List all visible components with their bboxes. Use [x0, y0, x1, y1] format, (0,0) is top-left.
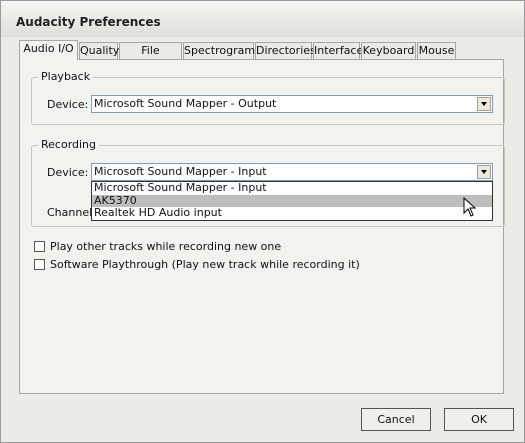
- tab-quality[interactable]: Quality: [79, 42, 119, 59]
- chevron-down-icon: [481, 102, 487, 106]
- recording-dropdown-button[interactable]: [477, 165, 491, 179]
- window-title: Audacity Preferences: [16, 15, 161, 29]
- tab-keyboard[interactable]: Keyboard: [361, 42, 416, 59]
- recording-device-select[interactable]: Microsoft Sound Mapper - Input: [91, 163, 493, 181]
- recording-group-label: Recording: [38, 138, 100, 151]
- tab-spectrograms[interactable]: Spectrograms: [183, 42, 261, 59]
- recording-device-label: Device:: [47, 166, 89, 179]
- ok-button[interactable]: OK: [444, 408, 514, 431]
- recording-device-value: Microsoft Sound Mapper - Input: [94, 165, 267, 178]
- tab-interface[interactable]: Interface: [313, 42, 363, 59]
- software-playthrough-label: Software Playthrough (Play new track whi…: [50, 258, 360, 271]
- playback-device-select[interactable]: Microsoft Sound Mapper - Output: [91, 95, 493, 113]
- playback-device-label: Device:: [47, 98, 89, 111]
- software-playthrough-checkbox[interactable]: [34, 259, 45, 270]
- playback-group-label: Playback: [38, 70, 94, 83]
- play-other-tracks-checkbox[interactable]: [34, 241, 45, 252]
- playback-dropdown-button[interactable]: [477, 97, 491, 111]
- playback-device-value: Microsoft Sound Mapper - Output: [94, 97, 277, 110]
- tab-file-formats[interactable]: File Formats: [119, 42, 182, 73]
- mouse-pointer-icon: [463, 197, 477, 217]
- tab-mouse[interactable]: Mouse: [417, 42, 456, 59]
- preferences-window: Audacity Preferences Audio I/O Quality F…: [0, 0, 525, 443]
- play-other-tracks-label: Play other tracks while recording new on…: [50, 240, 282, 253]
- tab-audio-io[interactable]: Audio I/O: [19, 40, 78, 60]
- chevron-down-icon: [481, 170, 487, 174]
- title-bar: Audacity Preferences: [1, 1, 524, 37]
- dropdown-option[interactable]: Microsoft Sound Mapper - Input: [92, 182, 492, 195]
- cancel-button[interactable]: Cancel: [361, 408, 431, 431]
- recording-device-dropdown-list: Microsoft Sound Mapper - Input AK5370 Re…: [91, 181, 493, 221]
- dropdown-option[interactable]: Realtek HD Audio input: [92, 207, 492, 220]
- tab-directories[interactable]: Directories: [255, 42, 316, 59]
